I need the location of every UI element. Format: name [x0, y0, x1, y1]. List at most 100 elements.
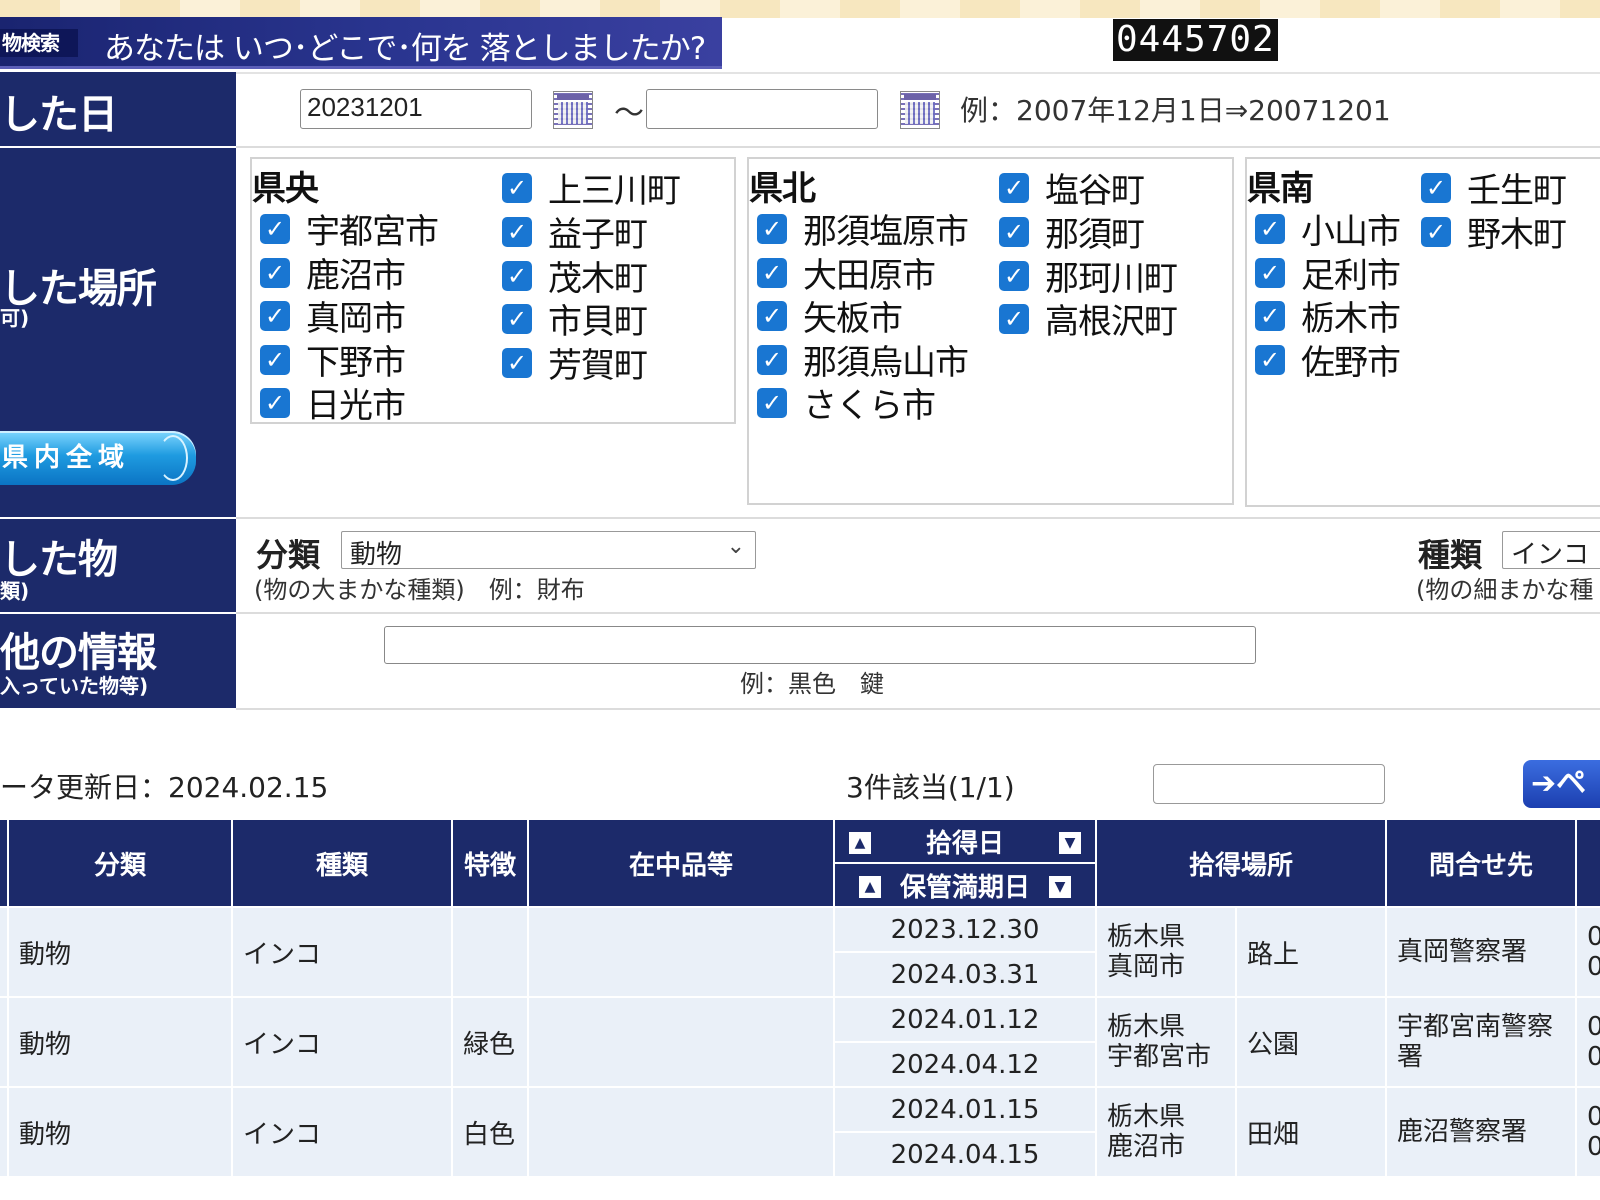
checkbox-tochigi[interactable]: ✓ 栃木市	[1255, 291, 1401, 340]
page-go-button[interactable]: ➔ペ	[1523, 760, 1600, 808]
checkbox-label: 那須烏山市	[803, 343, 969, 383]
category-select[interactable]: 動物 ⌄	[341, 531, 756, 569]
cell-contents	[527, 996, 835, 1088]
checkbox-label: さくら市	[803, 386, 936, 426]
checkbox-checked-icon: ✓	[757, 213, 787, 244]
cell-category: 動物	[7, 906, 233, 998]
checkbox-shimotsuke[interactable]: ✓ 下野市	[260, 335, 406, 384]
checkbox-label: 矢板市	[803, 299, 903, 339]
checkbox-takanezawa[interactable]: ✓ 高根沢町	[999, 294, 1178, 343]
checkbox-label: 那珂川町	[1045, 259, 1178, 299]
checkbox-checked-icon: ✓	[260, 300, 290, 331]
cell-place-area: 栃木県 真岡市	[1095, 906, 1237, 998]
checkbox-nasukarasuyama[interactable]: ✓ 那須烏山市	[757, 335, 969, 384]
checkbox-haga[interactable]: ✓ 芳賀町	[502, 338, 648, 387]
page-number-input[interactable]	[1153, 764, 1385, 804]
cell-place-area: 栃木県 宇都宮市	[1095, 996, 1237, 1088]
checkbox-motegi[interactable]: ✓ 茂木町	[502, 251, 648, 300]
calendar-icon[interactable]	[900, 91, 940, 129]
col-header-category: 分類	[7, 818, 233, 908]
region-kenpoku: 県北 ✓ 塩谷町 ✓ 那須塩原市 ✓ 那須町 ✓ 大田原市 ✓ 那珂川町 ✓ 矢板市 ✓ 高根…	[747, 157, 1234, 505]
table-header-row: 分類 種類 特徴 在中品等 ▲ 拾得日 ▼ 拾得場所 問合せ先	[0, 818, 1600, 908]
cell-category: 動物	[7, 1086, 233, 1178]
cell-contents	[527, 906, 835, 998]
results-table: 分類 種類 特徴 在中品等 ▲ 拾得日 ▼ 拾得場所 問合せ先 ▲ 保管満期日 …	[0, 818, 1600, 1178]
cell-type: インコ	[231, 906, 453, 998]
found-date-header-label: 拾得日	[925, 828, 1004, 859]
table-row[interactable]: 動物 インコ 2023.12.30 栃木県真岡市 路上 真岡警察署 0201	[0, 906, 1600, 998]
checkbox-otawara[interactable]: ✓ 大田原市	[757, 248, 936, 297]
cell-city: 鹿沼市	[1107, 1132, 1186, 1162]
checkbox-ashikaga[interactable]: ✓ 足利市	[1255, 248, 1401, 297]
checkbox-nasu[interactable]: ✓ 那須町	[999, 207, 1145, 256]
cell-feature: 白色	[451, 1086, 529, 1178]
calendar-icon[interactable]	[553, 91, 593, 129]
divider	[236, 708, 1600, 710]
divider	[236, 517, 1600, 519]
category-select-value: 動物	[350, 540, 403, 569]
cell-extra-line: 01	[1587, 952, 1600, 982]
date-from-input[interactable]: 20231201	[300, 89, 532, 129]
sort-down-icon[interactable]: ▼	[1059, 832, 1081, 854]
checkbox-label: 上三川町	[548, 171, 681, 211]
checkbox-label: 栃木市	[1301, 299, 1401, 339]
type-hint: (物の細まかな種	[1416, 576, 1594, 604]
checkbox-nogi[interactable]: ✓ 野木町	[1421, 207, 1567, 256]
checkbox-checked-icon: ✓	[260, 257, 290, 288]
checkbox-nasushiobara[interactable]: ✓ 那須塩原市	[757, 204, 969, 253]
top-decoration-strip	[0, 0, 1600, 18]
checkbox-checked-icon: ✓	[757, 257, 787, 288]
region-kennan: 県南 ✓ 壬生町 ✓ 小山市 ✓ 野木町 ✓ 足利市 ✓ 栃木市 ✓ 佐野市	[1245, 157, 1600, 507]
table-row[interactable]: 動物 インコ 緑色 2024.01.12 栃木県 宇都宮市 公園 宇都宮南警察署 …	[0, 996, 1600, 1088]
checkbox-label: 足利市	[1301, 256, 1401, 296]
label-lost-date: した日	[0, 72, 236, 146]
checkbox-ichikai[interactable]: ✓ 市貝町	[502, 294, 648, 343]
checkbox-label: 大田原市	[803, 256, 936, 296]
checkbox-shioya[interactable]: ✓ 塩谷町	[999, 163, 1145, 212]
checkbox-sano[interactable]: ✓ 佐野市	[1255, 335, 1401, 384]
table-row[interactable]: 動物 インコ 白色 2024.01.15 栃木県鹿沼市 田畑 鹿沼警察署 020…	[0, 1086, 1600, 1178]
checkbox-checked-icon: ✓	[999, 303, 1029, 334]
checkbox-label: 鹿沼市	[306, 256, 406, 296]
cell-extra: 0201	[1575, 906, 1600, 998]
col-header-feature: 特徴	[451, 818, 529, 908]
cell-expiry-date: 2024.04.15	[833, 1131, 1097, 1178]
checkbox-checked-icon: ✓	[999, 260, 1029, 291]
checkbox-label: 高根沢町	[1045, 302, 1178, 342]
checkbox-moka[interactable]: ✓ 真岡市	[260, 291, 406, 340]
cell-place-spot: 田畑	[1234, 1086, 1388, 1178]
checkbox-label: 真岡市	[306, 299, 406, 339]
checkbox-utsunomiya[interactable]: ✓ 宇都宮市	[260, 204, 439, 253]
sort-down-icon[interactable]: ▼	[1049, 876, 1071, 898]
checkbox-mashiko[interactable]: ✓ 益子町	[502, 207, 648, 256]
col-header-contact: 問合せ先	[1385, 818, 1578, 908]
sort-up-icon[interactable]: ▲	[859, 876, 881, 898]
row-blank	[0, 906, 9, 998]
region-title: 県南	[1247, 169, 1314, 209]
divider	[236, 612, 1600, 614]
checkbox-label: 野木町	[1467, 215, 1567, 255]
checkbox-checked-icon: ✓	[757, 344, 787, 375]
checkbox-oyama[interactable]: ✓ 小山市	[1255, 204, 1401, 253]
checkbox-kanuma[interactable]: ✓ 鹿沼市	[260, 248, 406, 297]
checkbox-checked-icon: ✓	[1255, 213, 1285, 244]
region-title: 県央	[252, 169, 319, 209]
checkbox-yaita[interactable]: ✓ 矢板市	[757, 291, 903, 340]
checkbox-label: 市貝町	[548, 302, 648, 342]
sort-up-icon[interactable]: ▲	[849, 832, 871, 854]
checkbox-label: 塩谷町	[1045, 171, 1145, 211]
checkbox-nakagawa[interactable]: ✓ 那珂川町	[999, 251, 1178, 300]
checkbox-mibu[interactable]: ✓ 壬生町	[1421, 163, 1567, 212]
checkbox-sakura[interactable]: ✓ さくら市	[757, 378, 936, 427]
checkbox-nikko[interactable]: ✓ 日光市	[260, 378, 406, 422]
date-to-input[interactable]	[646, 89, 878, 129]
checkbox-checked-icon: ✓	[999, 172, 1029, 203]
all-prefecture-button[interactable]: 県内全域	[0, 431, 196, 485]
checkbox-kaminokawa[interactable]: ✓ 上三川町	[502, 163, 681, 212]
cell-pref: 栃木県	[1107, 1102, 1186, 1132]
other-info-input[interactable]	[384, 626, 1256, 664]
chevron-down-icon: ⌄	[726, 534, 745, 559]
type-select[interactable]: インコ	[1502, 531, 1600, 569]
cell-found-date: 2024.01.12	[833, 996, 1097, 1043]
checkbox-label: 佐野市	[1301, 343, 1401, 383]
